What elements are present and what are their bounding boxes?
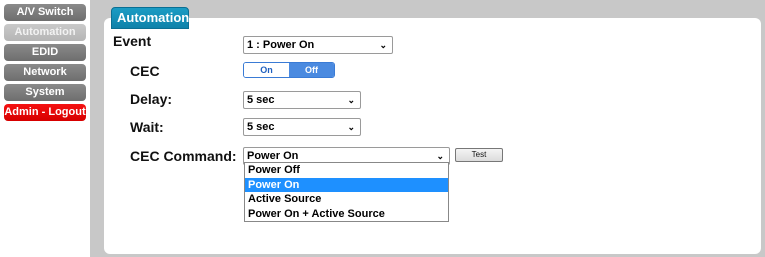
wait-label: Wait: [130, 119, 164, 135]
cec-command-select-value: Power On [247, 150, 299, 162]
sidebar-item-av-switch[interactable]: A/V Switch [4, 4, 86, 21]
cec-command-label: CEC Command: [130, 148, 237, 164]
cec-label: CEC [130, 63, 160, 79]
sidebar-item-network[interactable]: Network [4, 64, 86, 81]
dropdown-option-active-source[interactable]: Active Source [245, 192, 448, 207]
sidebar-item-automation[interactable]: Automation [4, 24, 86, 41]
wait-select[interactable]: 5 sec ⌄ [243, 118, 361, 136]
delay-label: Delay: [130, 91, 173, 107]
cec-on-option[interactable]: On [244, 63, 289, 77]
sidebar-item-system[interactable]: System [4, 84, 86, 101]
event-select-value: 1 : Power On [247, 39, 315, 51]
delay-select[interactable]: 5 sec ⌄ [243, 91, 361, 109]
event-label: Event [113, 33, 152, 49]
cec-toggle[interactable]: On Off [243, 62, 335, 78]
chevron-down-icon: ⌄ [379, 40, 387, 50]
admin-logout-button[interactable]: Admin - Logout [4, 104, 86, 121]
wait-select-value: 5 sec [247, 121, 275, 133]
tab-automation[interactable]: Automation [111, 7, 189, 29]
dropdown-option-power-off[interactable]: Power Off [245, 163, 448, 178]
cec-command-dropdown-list: Power Off Power On Active Source Power O… [244, 162, 449, 222]
cec-off-option[interactable]: Off [289, 63, 334, 77]
sidebar-item-edid[interactable]: EDID [4, 44, 86, 61]
delay-select-value: 5 sec [247, 94, 275, 106]
chevron-down-icon: ⌄ [347, 95, 355, 105]
event-select[interactable]: 1 : Power On ⌄ [243, 36, 393, 54]
chevron-down-icon: ⌄ [347, 122, 355, 132]
dropdown-option-power-on-active-source[interactable]: Power On + Active Source [245, 207, 448, 222]
test-button[interactable]: Test [455, 148, 503, 162]
dropdown-option-power-on[interactable]: Power On [245, 177, 448, 192]
